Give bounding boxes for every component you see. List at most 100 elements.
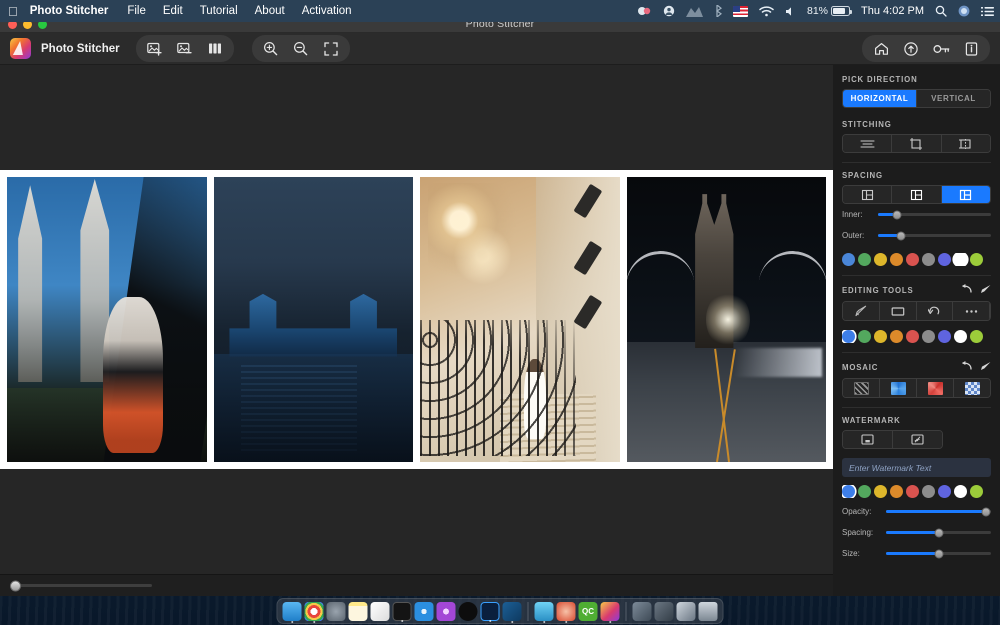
watermark-image-icon[interactable] (843, 431, 893, 448)
color-swatch[interactable] (858, 485, 871, 498)
watermark-size-knob[interactable] (934, 549, 943, 558)
color-swatch[interactable] (922, 485, 935, 498)
minimized-window-2[interactable] (655, 602, 674, 621)
mosaic-pixel-icon[interactable] (954, 379, 990, 397)
terminal-icon[interactable] (393, 602, 412, 621)
watermark-spacing-slider[interactable] (886, 531, 991, 534)
color-swatch[interactable] (954, 330, 967, 343)
color-swatch[interactable] (858, 253, 871, 266)
photo-thumbnail-2[interactable] (214, 177, 414, 462)
columns-icon[interactable] (201, 38, 229, 59)
cloud-upload-icon[interactable] (897, 38, 925, 59)
menu-item-activation[interactable]: Activation (302, 5, 352, 17)
crop-icon[interactable] (892, 135, 941, 152)
color-swatch[interactable] (970, 330, 983, 343)
stitched-sheet[interactable] (0, 170, 833, 469)
notifications-icon[interactable] (981, 6, 994, 17)
watermark-opacity-knob[interactable] (981, 507, 990, 516)
spacing-outer-knob[interactable] (896, 231, 905, 240)
apple-logo-icon[interactable]:  (8, 5, 18, 18)
pages-icon[interactable] (371, 602, 390, 621)
stitch-preview[interactable] (0, 65, 833, 574)
photo-thumbnail-1[interactable] (7, 177, 207, 462)
eraser-icon[interactable] (980, 361, 991, 373)
direction-vertical-button[interactable]: VERTICAL (917, 90, 990, 107)
color-swatch-selected[interactable] (954, 253, 967, 266)
color-swatch[interactable] (890, 485, 903, 498)
photo-stitcher-icon[interactable] (601, 602, 620, 621)
wifi-icon[interactable] (759, 6, 774, 17)
color-swatch[interactable] (922, 330, 935, 343)
color-swatch[interactable] (906, 253, 919, 266)
canvas-zoom-slider[interactable] (14, 584, 152, 587)
volume-icon[interactable] (785, 6, 796, 17)
menu-item-photo-stitcher[interactable]: Photo Stitcher (30, 5, 109, 17)
mosaic-red-icon[interactable] (917, 379, 954, 397)
color-swatch[interactable] (938, 253, 951, 266)
menu-item-about[interactable]: About (255, 5, 285, 17)
color-swatch[interactable] (858, 330, 871, 343)
color-swatch[interactable] (954, 485, 967, 498)
color-swatch[interactable] (874, 485, 887, 498)
watermark-spacing-knob[interactable] (934, 528, 943, 537)
spacing-none-icon[interactable] (843, 186, 892, 203)
watermark-size-slider[interactable] (886, 552, 991, 555)
menu-item-file[interactable]: File (127, 5, 146, 17)
watermark-text-icon[interactable] (893, 431, 942, 448)
cleaner-icon[interactable] (535, 602, 554, 621)
spacing-outer-slider[interactable] (878, 234, 991, 237)
info-document-icon[interactable] (957, 38, 985, 59)
notes-icon[interactable] (349, 602, 368, 621)
remove-image-icon[interactable] (171, 38, 199, 59)
photoshop-icon[interactable] (481, 602, 500, 621)
home-icon[interactable] (867, 38, 895, 59)
spacing-inner-slider[interactable] (878, 213, 991, 216)
brush-icon[interactable] (843, 302, 880, 320)
key-icon[interactable] (927, 38, 955, 59)
color-swatch[interactable] (890, 330, 903, 343)
more-options-icon[interactable] (953, 302, 990, 320)
zoom-out-icon[interactable] (287, 38, 315, 59)
color-swatch[interactable] (842, 253, 855, 266)
eraser-icon[interactable] (980, 284, 991, 296)
chevron-down-icon[interactable]: ▾ (978, 318, 982, 321)
watermark-text-input[interactable]: Enter Watermark Text (842, 458, 991, 477)
input-flag-icon[interactable] (733, 6, 748, 17)
undo-icon[interactable] (961, 361, 972, 373)
search-icon[interactable] (935, 5, 947, 17)
fit-screen-icon[interactable] (317, 38, 345, 59)
mosaic-diagonal-icon[interactable] (843, 379, 880, 397)
color-swatch[interactable] (938, 330, 951, 343)
color-swatch-selected[interactable] (842, 485, 855, 498)
watermark-opacity-slider[interactable] (886, 510, 991, 513)
direction-horizontal-button[interactable]: HORIZONTAL (843, 90, 917, 107)
control-center-icon[interactable] (958, 5, 970, 17)
mosaic-blue-icon[interactable] (880, 379, 917, 397)
user-icon[interactable] (663, 5, 675, 17)
color-swatch[interactable] (938, 485, 951, 498)
podcasts-icon[interactable] (437, 602, 456, 621)
canvas-area[interactable] (0, 65, 833, 596)
graph-icon[interactable] (686, 6, 703, 17)
safari-icon[interactable] (415, 602, 434, 621)
undo-icon[interactable] (961, 284, 972, 296)
qc-icon[interactable]: QC (579, 602, 598, 621)
rectangle-icon[interactable] (880, 302, 917, 320)
flip-icon[interactable] (942, 135, 990, 152)
photo-thumbnail-4[interactable] (627, 177, 827, 462)
color-swatch[interactable] (906, 330, 919, 343)
appletv-icon[interactable] (459, 602, 478, 621)
battery-icon[interactable]: 81% (807, 5, 850, 17)
minimized-window-3[interactable] (677, 602, 696, 621)
photos-icon[interactable] (637, 5, 652, 17)
color-swatch[interactable] (890, 253, 903, 266)
bluetooth-icon[interactable] (714, 5, 722, 17)
vscode-icon[interactable] (503, 602, 522, 621)
minimized-window-1[interactable] (633, 602, 652, 621)
color-swatch[interactable] (922, 253, 935, 266)
menu-item-tutorial[interactable]: Tutorial (200, 5, 238, 17)
spacing-inner-knob[interactable] (893, 210, 902, 219)
spacing-both-icon[interactable] (942, 186, 990, 203)
launchpad-icon[interactable] (327, 602, 346, 621)
finder-icon[interactable] (283, 602, 302, 621)
